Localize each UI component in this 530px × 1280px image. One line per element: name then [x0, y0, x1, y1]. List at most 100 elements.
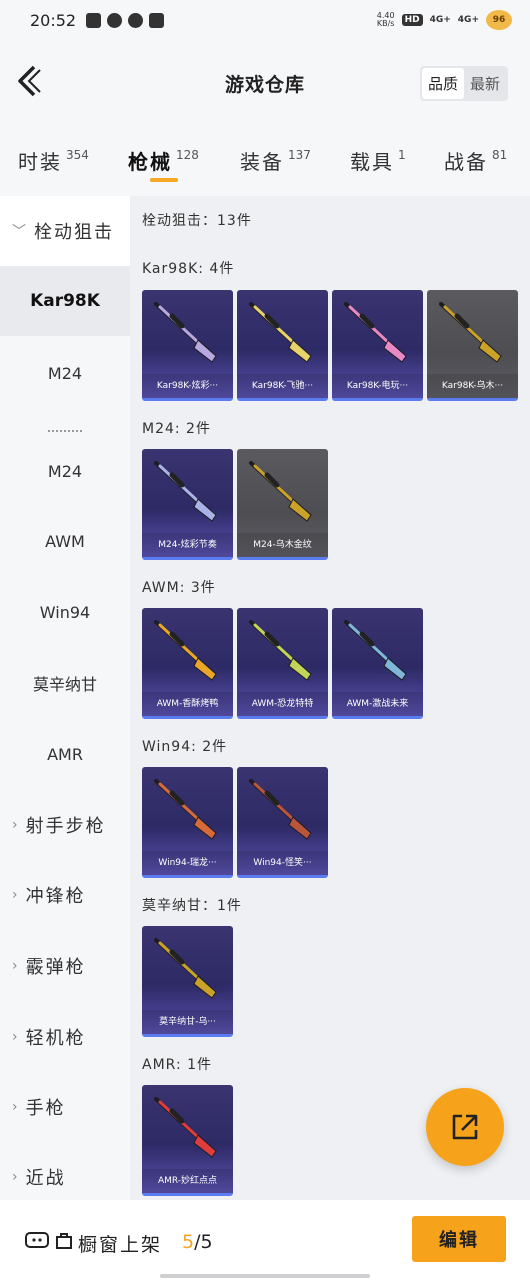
tab-supplies[interactable]: 战备 81 — [444, 146, 507, 175]
skin-card[interactable]: AWM-香酥烤鸭 — [142, 608, 233, 719]
chevron-right-icon: › — [12, 887, 20, 903]
sidebar-group-melee[interactable]: › 近战 — [0, 1142, 130, 1200]
showcase-count: 5/5 — [182, 1231, 213, 1253]
sidebar-item-label: 莫辛纳甘 — [32, 675, 97, 694]
skin-card[interactable]: AMR-妙红点点 — [142, 1085, 233, 1196]
tab-label: 载具 — [350, 150, 394, 174]
sync-icon — [107, 12, 123, 28]
group-title: M24: 2件 — [142, 421, 211, 437]
skin-name: AWM-香酥烤鸭 — [142, 692, 233, 716]
edit-app-icon — [149, 12, 165, 28]
skin-name: Kar98K-电玩··· — [332, 374, 423, 398]
rifle-icon — [154, 620, 217, 681]
edit-button[interactable]: 编辑 — [412, 1216, 506, 1262]
sidebar-item-label: 冲锋枪 — [25, 886, 86, 907]
skin-name: AWM-激战未来 — [332, 692, 423, 716]
skin-card[interactable]: Kar98K-炫彩··· — [142, 290, 233, 401]
net-speed-unit: KB/s — [376, 19, 395, 28]
skin-name: Kar98K-炫彩··· — [142, 374, 233, 398]
skin-card[interactable]: 莫辛纳甘-乌··· — [142, 926, 233, 1037]
sidebar-item-awm[interactable]: AWM — [0, 506, 130, 576]
skin-card[interactable]: Kar98K-电玩··· — [332, 290, 423, 401]
skin-name: 莫辛纳甘-乌··· — [142, 1010, 233, 1034]
rifle-icon — [249, 302, 312, 363]
skin-card[interactable]: Kar98K-乌木··· — [427, 290, 518, 401]
sidebar-item-label: 射手步枪 — [25, 816, 106, 837]
share-button[interactable] — [426, 1088, 504, 1166]
group-title: Kar98K: 4件 — [142, 261, 235, 277]
chevron-right-icon: › — [12, 1099, 20, 1115]
showcase-count-total: /5 — [194, 1231, 213, 1253]
showcase-icon — [25, 1232, 49, 1248]
sort-quality-button[interactable]: 品质 — [421, 68, 464, 99]
weapon-grid: 栓动狙击：13件 Kar98K: 4件 Kar98K-炫彩··· Kar98K-… — [130, 196, 530, 1200]
skin-card[interactable]: Win94-瑞龙··· — [142, 767, 233, 878]
hd-icon: HD — [401, 14, 423, 26]
sidebar-group-marksman[interactable]: › 射手步枪 — [0, 790, 130, 860]
sidebar-group-bolt-action[interactable]: ﹀ 栓动狙击 — [0, 196, 130, 266]
sidebar-item-amr[interactable]: AMR — [0, 719, 130, 789]
rifle-icon — [344, 620, 407, 681]
skin-card[interactable]: AWM-恐龙特特 — [237, 608, 328, 719]
sidebar-item-kar98k[interactable]: Kar98K — [0, 266, 130, 336]
sidebar-item-label: 栓动狙击 — [34, 222, 114, 243]
skin-card[interactable]: M24-乌木金纹 — [237, 449, 328, 560]
sidebar-item-m24[interactable]: M24 — [0, 436, 130, 506]
skin-name: AMR-妙红点点 — [142, 1169, 233, 1193]
chevron-right-icon: › — [12, 817, 20, 833]
showcase-label: 橱窗上架 — [78, 1234, 163, 1256]
signal-icon: 4G+ — [457, 15, 479, 25]
signal-icon: 4G+ — [429, 15, 451, 25]
group-title: Win94: 2件 — [142, 739, 228, 755]
chevron-right-icon: › — [12, 1169, 20, 1185]
tab-fashion[interactable]: 时装 354 — [18, 146, 89, 175]
sidebar-group-shotgun[interactable]: › 霰弹枪 — [0, 931, 130, 1001]
skin-name: Kar98K-飞驰··· — [237, 374, 328, 398]
skin-card[interactable]: AWM-激战未来 — [332, 608, 423, 719]
tab-count: 137 — [288, 148, 311, 162]
sidebar-item-label: Kar98K — [30, 291, 100, 311]
skin-name: M24-乌木金纹 — [237, 533, 328, 557]
showcase-count-current: 5 — [182, 1231, 195, 1253]
category-tabs: 时装 354 枪械 128 装备 137 载具 1 战备 81 — [0, 126, 530, 196]
sidebar-item-label: Win94 — [39, 602, 91, 622]
skin-name: Win94-瑞龙··· — [142, 851, 233, 875]
skin-card[interactable]: M24-炫彩节奏 — [142, 449, 233, 560]
sidebar-item-m24[interactable]: M24 — [0, 338, 130, 408]
rifle-icon — [154, 938, 217, 999]
sidebar-item-label: 霰弹枪 — [25, 957, 86, 978]
sidebar-group-smg[interactable]: › 冲锋枪 — [0, 860, 130, 930]
tab-label: 战备 — [444, 150, 488, 174]
rifle-icon — [439, 302, 502, 363]
app-notification-icon — [86, 12, 102, 28]
tab-firearms[interactable]: 枪械 128 — [128, 146, 199, 182]
tab-vehicles[interactable]: 载具 1 — [350, 146, 406, 175]
skin-card[interactable]: Kar98K-飞驰··· — [237, 290, 328, 401]
sidebar-group-lmg[interactable]: › 轻机枪 — [0, 1002, 130, 1072]
skin-name: AWM-恐龙特特 — [237, 692, 328, 716]
sidebar-item-win94[interactable]: Win94 — [0, 577, 130, 647]
chevron-down-icon: ﹀ — [12, 224, 28, 240]
sidebar-item-label: 手枪 — [25, 1098, 66, 1119]
tab-equipment[interactable]: 装备 137 — [240, 146, 311, 175]
sort-latest-button[interactable]: 最新 — [464, 68, 506, 99]
sidebar-group-pistol[interactable]: › 手枪 — [0, 1072, 130, 1142]
chevron-right-icon: › — [12, 958, 20, 974]
skin-card[interactable]: Win94-怪笑··· — [237, 767, 328, 878]
external-link-icon — [452, 1114, 478, 1140]
net-speed: 4.40 KB/s — [377, 12, 395, 28]
sidebar-item-label: 轻机枪 — [25, 1028, 86, 1049]
battery-icon: 96 — [486, 10, 512, 30]
home-indicator — [160, 1274, 370, 1278]
group-title: AWM: 3件 — [142, 580, 216, 596]
skin-name: M24-炫彩节奏 — [142, 533, 233, 557]
sort-toggle: 品质 最新 — [419, 66, 508, 101]
sidebar-item-label: M24 — [47, 461, 83, 481]
chevron-right-icon: › — [12, 1029, 20, 1045]
rifle-icon — [154, 461, 217, 522]
status-time: 20:52 — [30, 10, 77, 30]
sidebar-item-label: AMR — [47, 744, 83, 764]
tab-label: 装备 — [240, 150, 284, 174]
sidebar-item-mosin-nagant[interactable]: 莫辛纳甘 — [0, 648, 130, 718]
bottom-bar: 橱窗上架 5/5 编辑 — [0, 1200, 530, 1280]
